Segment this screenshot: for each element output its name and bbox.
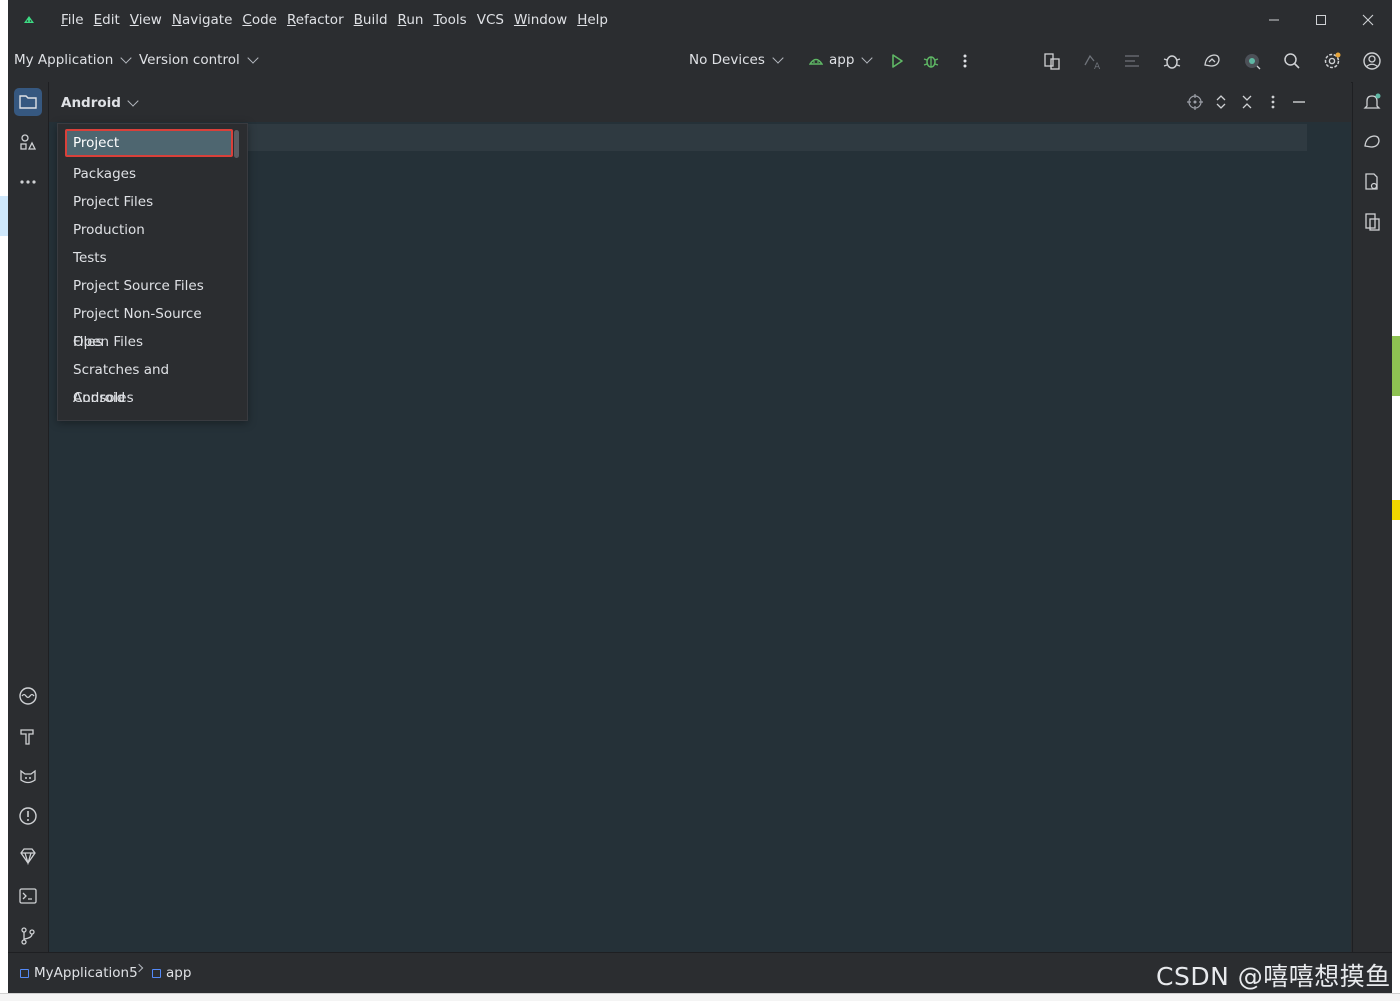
close-window-button[interactable] bbox=[1353, 8, 1383, 32]
popup-item-project-files[interactable]: Project Files bbox=[65, 188, 233, 216]
run-config-label: app bbox=[829, 52, 855, 68]
problems-icon[interactable] bbox=[14, 802, 42, 830]
menu-window[interactable]: Window bbox=[513, 12, 568, 28]
popup-item-project[interactable]: Project bbox=[65, 129, 233, 157]
view-mode-popup: Project Packages Project Files Productio… bbox=[57, 123, 248, 421]
minimize-window-button[interactable] bbox=[1259, 8, 1289, 32]
menu-view[interactable]: View bbox=[129, 12, 163, 28]
menu-run[interactable]: Run bbox=[397, 12, 425, 28]
module-square-icon bbox=[20, 968, 29, 978]
breadcrumb-module-label: app bbox=[166, 965, 192, 981]
popup-item-scratches-and-consoles[interactable]: Scratches and Consoles bbox=[65, 356, 233, 406]
view-mode-selector[interactable]: Android bbox=[61, 95, 139, 111]
apply-code-changes-icon[interactable]: A bbox=[1081, 50, 1103, 72]
device-manager-icon[interactable] bbox=[1201, 50, 1223, 72]
main-menu: File Edit View Navigate Code Refactor Bu… bbox=[60, 0, 617, 40]
popup-item-project-non-source-files[interactable]: Project Non-Source Files bbox=[65, 300, 233, 350]
chevron-down-icon bbox=[127, 95, 139, 107]
git-branch-icon[interactable] bbox=[14, 922, 42, 950]
settings-gear-icon[interactable] bbox=[1321, 50, 1343, 72]
device-selector-label: No Devices bbox=[689, 52, 765, 68]
apply-changes-icon[interactable] bbox=[1041, 50, 1063, 72]
title-bar: File Edit View Navigate Code Refactor Bu… bbox=[8, 0, 1392, 40]
android-icon bbox=[809, 54, 823, 66]
csdn-watermark: CSDN @嘻嘻想摸鱼 bbox=[1156, 962, 1391, 991]
run-config-selector[interactable]: app bbox=[809, 52, 874, 68]
popup-item-tests[interactable]: Tests bbox=[65, 244, 233, 272]
project-widget[interactable]: My Application bbox=[14, 52, 133, 68]
logcat-icon[interactable] bbox=[14, 682, 42, 710]
app-inspection-icon[interactable] bbox=[14, 762, 42, 790]
account-icon[interactable] bbox=[1361, 50, 1383, 72]
build-hammer-icon[interactable] bbox=[14, 722, 42, 750]
breadcrumb-module[interactable]: app bbox=[152, 965, 191, 981]
chevron-down-icon bbox=[861, 52, 874, 64]
maximize-window-button[interactable] bbox=[1306, 8, 1336, 32]
debug-icon[interactable] bbox=[920, 50, 942, 72]
background-page-strip bbox=[1392, 336, 1400, 396]
device-selector[interactable]: No Devices bbox=[689, 52, 784, 68]
menu-tools[interactable]: Tools bbox=[432, 12, 467, 28]
code-with-me-icon[interactable] bbox=[1241, 50, 1263, 72]
breadcrumb-project[interactable]: MyApplication5 bbox=[20, 965, 138, 981]
menu-vcs[interactable]: VCS bbox=[476, 12, 505, 28]
more-tool-windows-icon[interactable] bbox=[14, 168, 42, 196]
menu-file[interactable]: File bbox=[60, 12, 85, 28]
version-control-widget[interactable]: Version control bbox=[139, 52, 259, 68]
popup-item-open-files[interactable]: Open Files bbox=[65, 328, 233, 356]
android-studio-logo-icon[interactable] bbox=[22, 12, 36, 26]
chevron-down-icon bbox=[247, 52, 259, 64]
more-actions-icon[interactable] bbox=[954, 50, 976, 72]
select-opened-file-icon[interactable] bbox=[1185, 92, 1205, 112]
running-devices-icon[interactable] bbox=[1358, 128, 1386, 156]
emulator-icon[interactable] bbox=[1358, 208, 1386, 236]
chevron-down-icon bbox=[120, 52, 133, 64]
popup-item-android[interactable]: Android bbox=[65, 384, 233, 412]
breadcrumb-project-label: MyApplication5 bbox=[34, 965, 138, 981]
popup-item-packages[interactable]: Packages bbox=[65, 160, 233, 188]
menu-edit[interactable]: Edit bbox=[93, 12, 121, 28]
resource-manager-icon[interactable] bbox=[14, 128, 42, 156]
notifications-bell-icon[interactable] bbox=[1358, 88, 1386, 116]
popup-scrollbar[interactable] bbox=[234, 130, 239, 158]
project-name: My Application bbox=[14, 52, 114, 68]
run-icon[interactable] bbox=[886, 50, 908, 72]
attach-debugger-icon[interactable] bbox=[1161, 50, 1183, 72]
project-tool-folder-icon[interactable] bbox=[14, 88, 42, 116]
svg-text:A: A bbox=[1094, 62, 1101, 71]
terminal-icon[interactable] bbox=[14, 882, 42, 910]
menu-code[interactable]: Code bbox=[241, 12, 278, 28]
menu-help[interactable]: Help bbox=[576, 12, 609, 28]
gem-icon[interactable] bbox=[14, 842, 42, 870]
chevron-down-icon bbox=[772, 52, 784, 64]
sync-icon[interactable] bbox=[1121, 50, 1143, 72]
breadcrumb-separator-icon bbox=[134, 963, 144, 973]
module-square-icon bbox=[152, 968, 161, 978]
device-file-explorer-icon[interactable] bbox=[1358, 168, 1386, 196]
background-page-strip bbox=[1392, 500, 1400, 520]
menu-refactor[interactable]: Refactor bbox=[286, 12, 345, 28]
version-control-label: Version control bbox=[139, 52, 240, 68]
menu-build[interactable]: Build bbox=[353, 12, 389, 28]
popup-item-project-source-files[interactable]: Project Source Files bbox=[65, 272, 233, 300]
options-icon[interactable] bbox=[1263, 92, 1283, 112]
view-mode-label: Android bbox=[61, 95, 121, 111]
popup-item-production[interactable]: Production bbox=[65, 216, 233, 244]
search-icon[interactable] bbox=[1281, 50, 1303, 72]
menu-navigate[interactable]: Navigate bbox=[171, 12, 234, 28]
collapse-all-icon[interactable] bbox=[1237, 92, 1257, 112]
expand-all-icon[interactable] bbox=[1211, 92, 1231, 112]
ide-window: File Edit View Navigate Code Refactor Bu… bbox=[8, 0, 1392, 993]
hide-tool-window-icon[interactable] bbox=[1289, 92, 1309, 112]
